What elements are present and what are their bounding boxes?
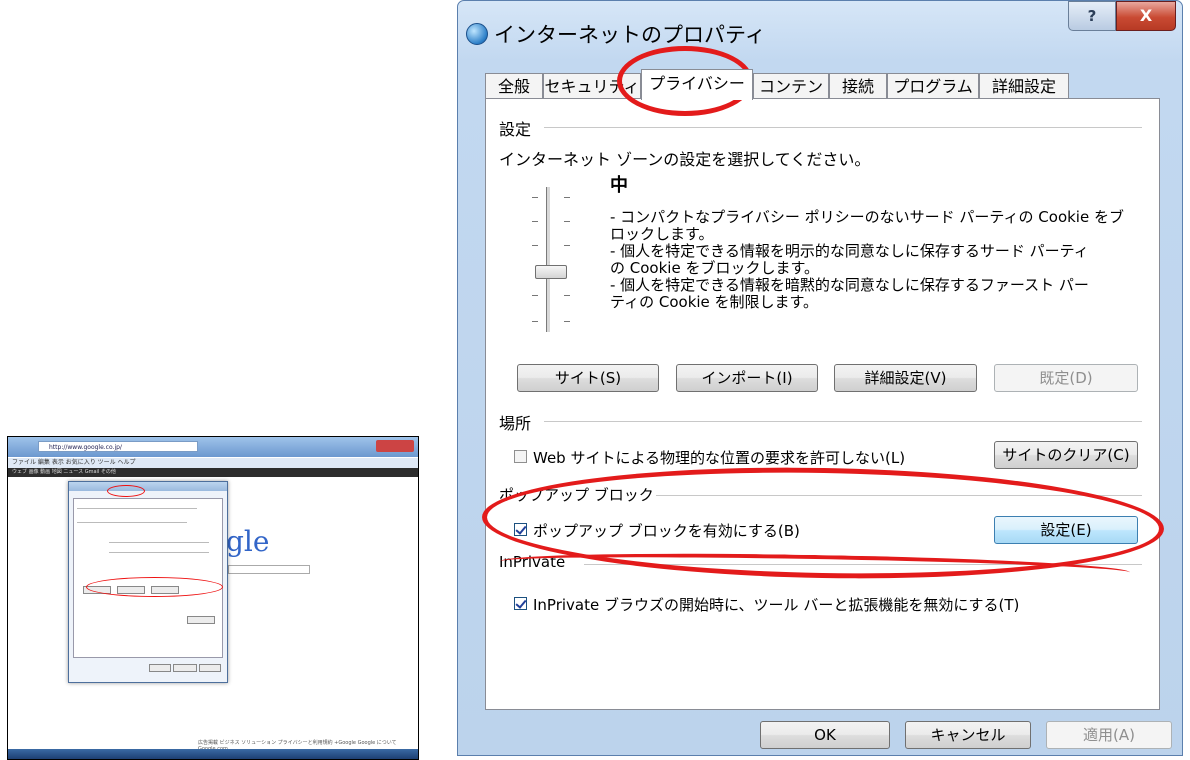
- thumbnail-dialog-line: [77, 508, 197, 509]
- internet-properties-dialog: インターネットのプロパティ ? X 全般 セキュリティ プライバシー コンテンツ…: [457, 0, 1183, 756]
- privacy-level-slider-thumb[interactable]: [535, 265, 567, 279]
- thumbnail-google-bar: ウェブ 画像 動画 地図 ニュース Gmail その他: [8, 468, 418, 477]
- privacy-panel: 設定 インターネット ゾーンの設定を選択してください。 中 - コンパクトなプラ…: [485, 98, 1160, 710]
- tab-content[interactable]: コンテンツ: [753, 73, 829, 121]
- inprivate-checkbox-label[interactable]: InPrivate ブラウズの開始時に、ツール バーと拡張機能を無効にする(T): [533, 594, 1019, 615]
- slider-tick: [532, 321, 538, 322]
- slider-tick: [564, 321, 570, 322]
- location-checkbox[interactable]: [514, 450, 527, 463]
- tab-programs[interactable]: プログラム: [887, 73, 979, 99]
- advanced-button[interactable]: 詳細設定(V): [834, 364, 977, 392]
- clear-sites-button[interactable]: サイトのクリア(C): [994, 441, 1138, 469]
- tab-general[interactable]: 全般: [485, 73, 543, 99]
- dialog-titlebar: インターネットのプロパティ ? X: [458, 1, 1182, 61]
- thumbnail-dialog-button: [187, 616, 215, 624]
- default-button[interactable]: 既定(D): [994, 364, 1138, 392]
- thumbnail-dialog-button: [173, 664, 197, 672]
- slider-tick: [564, 197, 570, 198]
- description-line: の Cookie をブロックします。: [610, 259, 819, 277]
- description-line: - コンパクトなプライバシー ポリシーのないサード パーティの Cookie を…: [610, 208, 1124, 226]
- help-button[interactable]: ?: [1068, 1, 1116, 31]
- thumbnail-dialog-line: [77, 522, 187, 523]
- dialog-title: インターネットのプロパティ: [494, 23, 766, 47]
- slider-tick: [564, 245, 570, 246]
- tab-connections[interactable]: 接続: [829, 73, 887, 99]
- slider-tick: [532, 245, 538, 246]
- description-line: ティの Cookie を制限します。: [610, 293, 819, 311]
- ok-button[interactable]: OK: [760, 721, 890, 749]
- thumbnail-tab-highlight-oval: [107, 485, 145, 497]
- thumbnail-dialog-line: [109, 552, 209, 553]
- cancel-button[interactable]: キャンセル: [905, 721, 1031, 749]
- location-divider: [544, 421, 1142, 422]
- zone-instruction: インターネット ゾーンの設定を選択してください。: [499, 150, 871, 169]
- close-button[interactable]: X: [1116, 1, 1176, 31]
- privacy-level-description: - コンパクトなプライバシー ポリシーのないサード パーティの Cookie を…: [610, 209, 1130, 311]
- privacy-level-label: 中: [610, 175, 628, 196]
- privacy-level-slider-track[interactable]: [546, 187, 551, 332]
- tab-advanced[interactable]: 詳細設定: [979, 73, 1069, 99]
- thumbnail-taskbar: [8, 749, 418, 759]
- thumbnail-dialog-button: [199, 664, 221, 672]
- thumbnail-address-bar: http://www.google.co.jp/: [38, 441, 198, 452]
- browser-thumbnail: http://www.google.co.jp/ ファイル 編集 表示 お気に入…: [7, 436, 419, 760]
- slider-tick: [532, 221, 538, 222]
- settings-divider: [544, 127, 1142, 128]
- internet-globe-icon: [466, 23, 488, 45]
- slider-tick: [532, 197, 538, 198]
- thumbnail-highlight-oval: [86, 577, 223, 597]
- thumbnail-window-buttons: [376, 440, 414, 452]
- thumbnail-menu-bar: ファイル 編集 表示 お気に入り ツール ヘルプ: [8, 458, 418, 468]
- description-line: - 個人を特定できる情報を暗黙的な同意なしに保存するファースト パー: [610, 276, 1089, 294]
- location-checkbox-label[interactable]: Web サイトによる物理的な位置の要求を許可しない(L): [533, 447, 905, 468]
- description-line: ロックします。: [610, 225, 714, 243]
- inprivate-checkbox[interactable]: [514, 597, 527, 610]
- thumbnail-google-logo: gle: [226, 525, 270, 558]
- sites-button[interactable]: サイト(S): [517, 364, 659, 392]
- apply-button[interactable]: 適用(A): [1046, 721, 1172, 749]
- tab-privacy[interactable]: プライバシー: [641, 69, 753, 100]
- description-line: - 個人を特定できる情報を明示的な同意なしに保存するサード パーティ: [610, 242, 1089, 260]
- import-button[interactable]: インポート(I): [676, 364, 818, 392]
- slider-tick: [532, 295, 538, 296]
- thumbnail-dialog-button: [149, 664, 171, 672]
- thumbnail-dialog-line: [109, 542, 209, 543]
- slider-tick: [564, 221, 570, 222]
- location-heading: 場所: [499, 414, 532, 433]
- thumbnail-dialog-titlebar: [69, 482, 227, 491]
- settings-heading: 設定: [499, 120, 532, 139]
- thumbnail-search-box: [228, 565, 310, 574]
- slider-tick: [564, 295, 570, 296]
